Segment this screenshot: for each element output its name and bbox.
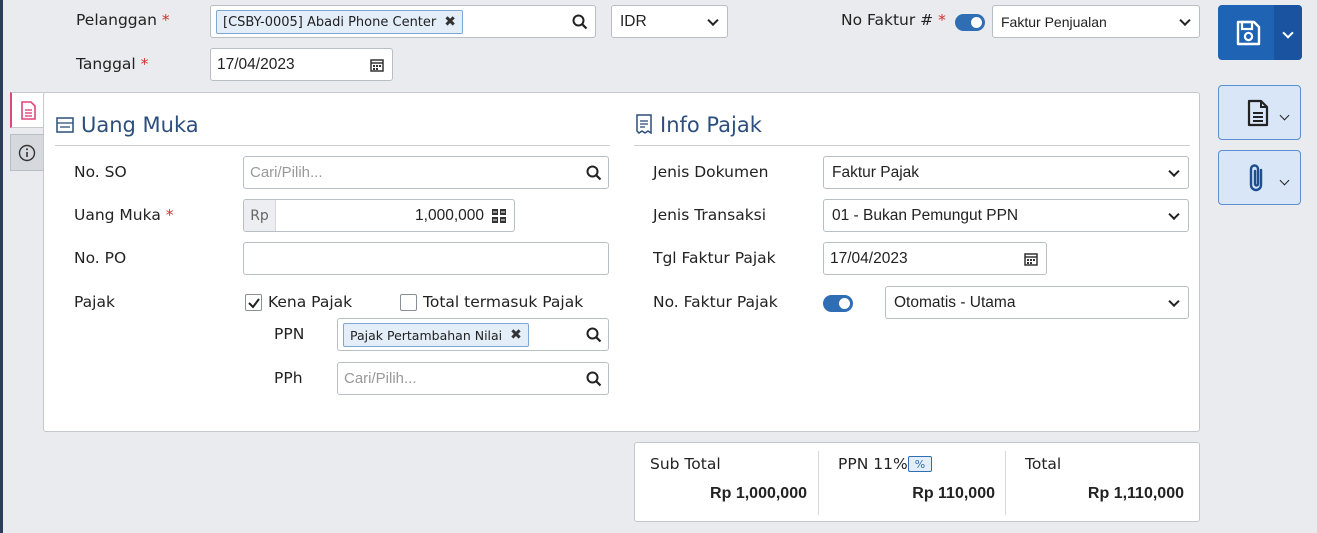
date-label: Tanggal * — [76, 55, 149, 73]
close-icon[interactable]: ✖ — [510, 327, 522, 343]
subtotal-label: Sub Total — [650, 455, 721, 473]
tax-included-checkbox[interactable] — [400, 294, 417, 311]
tax-info-title: Info Pajak — [660, 113, 762, 137]
customer-tag: [CSBY-0005] Abadi Phone Center ✖ — [216, 10, 463, 34]
tax-invoice-date-label: Tgl Faktur Pajak — [653, 249, 776, 267]
divider — [634, 145, 1190, 146]
tax-included-label: Total termasuk Pajak — [423, 293, 584, 311]
chevron-down-icon — [1179, 14, 1191, 26]
trans-type-label: Jenis Transaksi — [653, 206, 767, 224]
tab-document[interactable] — [10, 92, 44, 128]
total-value: Rp 1,110,000 — [1087, 485, 1184, 502]
trans-type-value: 01 - Bukan Pemungut PPN — [832, 206, 1019, 224]
currency-select[interactable]: IDR — [611, 5, 728, 38]
close-icon[interactable]: ✖ — [444, 14, 456, 30]
divider — [55, 145, 610, 146]
left-edge-bar — [0, 0, 3, 533]
paperclip-icon — [1249, 164, 1263, 192]
customer-input[interactable]: [CSBY-0005] Abadi Phone Center ✖ — [210, 5, 596, 38]
divider — [818, 451, 819, 515]
tax-invoice-no-label: No. Faktur Pajak — [653, 293, 778, 311]
chevron-down-icon — [1279, 175, 1290, 186]
main-panel: Uang Muka No. SO Cari/Pilih... Uang Muka… — [43, 92, 1200, 432]
total-label: Total — [1025, 455, 1062, 473]
ppn-summary-value: Rp 110,000 — [912, 485, 995, 502]
search-icon[interactable] — [586, 371, 602, 391]
taxable-checkbox[interactable] — [245, 294, 262, 311]
search-icon[interactable] — [586, 327, 602, 347]
chevron-down-icon — [1168, 295, 1180, 307]
chevron-down-icon — [707, 14, 719, 26]
ppn-percent-badge[interactable]: % — [908, 456, 932, 472]
tax-label: Pajak — [74, 293, 115, 311]
pph-input[interactable]: Cari/Pilih... — [337, 362, 609, 395]
tax-invoice-date-input[interactable]: 17/04/2023 — [823, 242, 1047, 275]
divider — [1005, 451, 1006, 515]
chevron-down-icon — [1168, 208, 1180, 220]
tax-invoice-no-value: Otomatis - Utama — [894, 293, 1016, 311]
info-icon — [18, 144, 36, 162]
invoice-no-label: No Faktur # * — [841, 11, 946, 29]
ppn-tag-label: Pajak Pertambahan Nilai — [350, 327, 503, 343]
po-label: No. PO — [74, 249, 127, 267]
tax-invoice-no-select[interactable]: Otomatis - Utama — [885, 286, 1189, 319]
taxable-label: Kena Pajak — [268, 293, 353, 311]
calendar-icon[interactable] — [1024, 252, 1038, 270]
down-payment-title: Uang Muka — [81, 113, 199, 137]
ppn-tag: Pajak Pertambahan Nilai ✖ — [343, 323, 529, 347]
tax-invoice-auto-toggle[interactable] — [823, 295, 853, 312]
ppn-label: PPN — [274, 325, 305, 343]
tax-receipt-icon — [636, 114, 652, 134]
date-input[interactable]: 17/04/2023 — [210, 48, 393, 81]
calculator-icon[interactable] — [492, 209, 506, 227]
attachment-button[interactable] — [1218, 150, 1301, 205]
subtotal-value: Rp 1,000,000 — [710, 485, 807, 502]
doc-type-value: Faktur Pajak — [832, 163, 920, 181]
doc-type-select[interactable]: Faktur Pajak — [823, 156, 1189, 189]
invoice-type-value: Faktur Penjualan — [1001, 13, 1107, 30]
so-label: No. SO — [74, 163, 127, 181]
chevron-down-icon — [1282, 27, 1294, 39]
document-icon — [1247, 99, 1269, 127]
tax-invoice-date-value: 17/04/2023 — [830, 250, 908, 267]
document-menu-button[interactable] — [1218, 85, 1301, 140]
chevron-down-icon — [1168, 165, 1180, 177]
document-icon — [21, 101, 36, 120]
ppn-input[interactable]: Pajak Pertambahan Nilai ✖ — [337, 318, 609, 351]
pph-placeholder: Cari/Pilih... — [344, 370, 417, 387]
pph-label: PPh — [274, 369, 303, 387]
amount-input[interactable]: Rp 1,000,000 — [243, 199, 515, 232]
customer-tag-label: [CSBY-0005] Abadi Phone Center — [223, 14, 437, 30]
currency-value: IDR — [620, 12, 647, 30]
customer-label: Pelanggan * — [76, 11, 170, 29]
tab-info[interactable] — [10, 134, 44, 171]
po-input[interactable] — [243, 242, 609, 275]
search-icon[interactable] — [586, 165, 602, 185]
chevron-down-icon — [1279, 110, 1290, 121]
save-dropdown[interactable] — [1274, 5, 1302, 60]
amount-label: Uang Muka * — [74, 206, 174, 224]
currency-prefix: Rp — [244, 200, 276, 231]
search-icon[interactable] — [571, 13, 589, 31]
invoice-type-select[interactable]: Faktur Penjualan — [992, 5, 1200, 38]
ppn-summary-label: PPN 11% — [838, 455, 908, 473]
save-button[interactable] — [1218, 5, 1302, 60]
summary-box: Sub Total Rp 1,000,000 PPN 11% % Rp 110,… — [634, 442, 1200, 522]
so-input[interactable]: Cari/Pilih... — [243, 156, 609, 189]
date-value: 17/04/2023 — [217, 56, 295, 73]
auto-number-toggle[interactable] — [955, 14, 985, 31]
check-icon — [248, 298, 260, 309]
cash-register-icon — [56, 117, 74, 133]
doc-type-label: Jenis Dokumen — [653, 163, 769, 181]
calendar-icon[interactable] — [370, 58, 384, 76]
trans-type-select[interactable]: 01 - Bukan Pemungut PPN — [823, 199, 1189, 232]
save-icon — [1234, 19, 1262, 51]
so-placeholder: Cari/Pilih... — [250, 164, 323, 181]
amount-value: 1,000,000 — [415, 207, 484, 224]
